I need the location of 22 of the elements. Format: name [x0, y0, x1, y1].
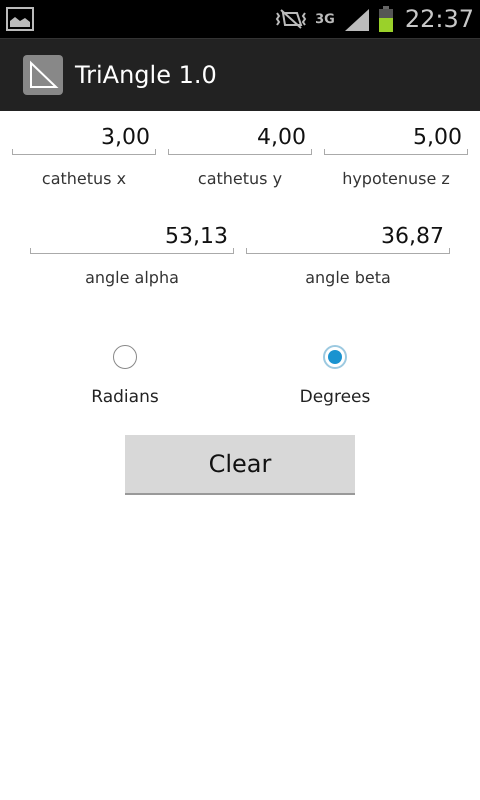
field-label: angle alpha: [85, 268, 179, 287]
input-field[interactable]: 5,00: [324, 111, 468, 155]
battery-icon: [378, 6, 393, 32]
clear-button[interactable]: Clear: [125, 435, 355, 495]
input-field[interactable]: 36,87: [246, 210, 450, 254]
field-label: hypotenuse z: [342, 169, 450, 188]
network-type: 3G: [315, 12, 335, 26]
picture-icon: [6, 7, 34, 31]
radio-label: Degrees: [300, 387, 370, 407]
radio-button[interactable]: [323, 345, 347, 369]
input-field[interactable]: 4,00: [168, 111, 312, 155]
radio-button[interactable]: [113, 345, 137, 369]
app-title: TriAngle 1.0: [75, 61, 217, 89]
input-field[interactable]: 3,00: [12, 111, 156, 155]
signal-icon: [342, 7, 371, 31]
input-field[interactable]: 53,13: [30, 210, 234, 254]
field-label: angle beta: [305, 268, 391, 287]
vibrate-mute-icon: [275, 7, 308, 31]
clock: 22:37: [404, 5, 474, 33]
radio-label: Radians: [91, 387, 159, 407]
field-label: cathetus y: [198, 169, 282, 188]
field-label: cathetus x: [42, 169, 126, 188]
